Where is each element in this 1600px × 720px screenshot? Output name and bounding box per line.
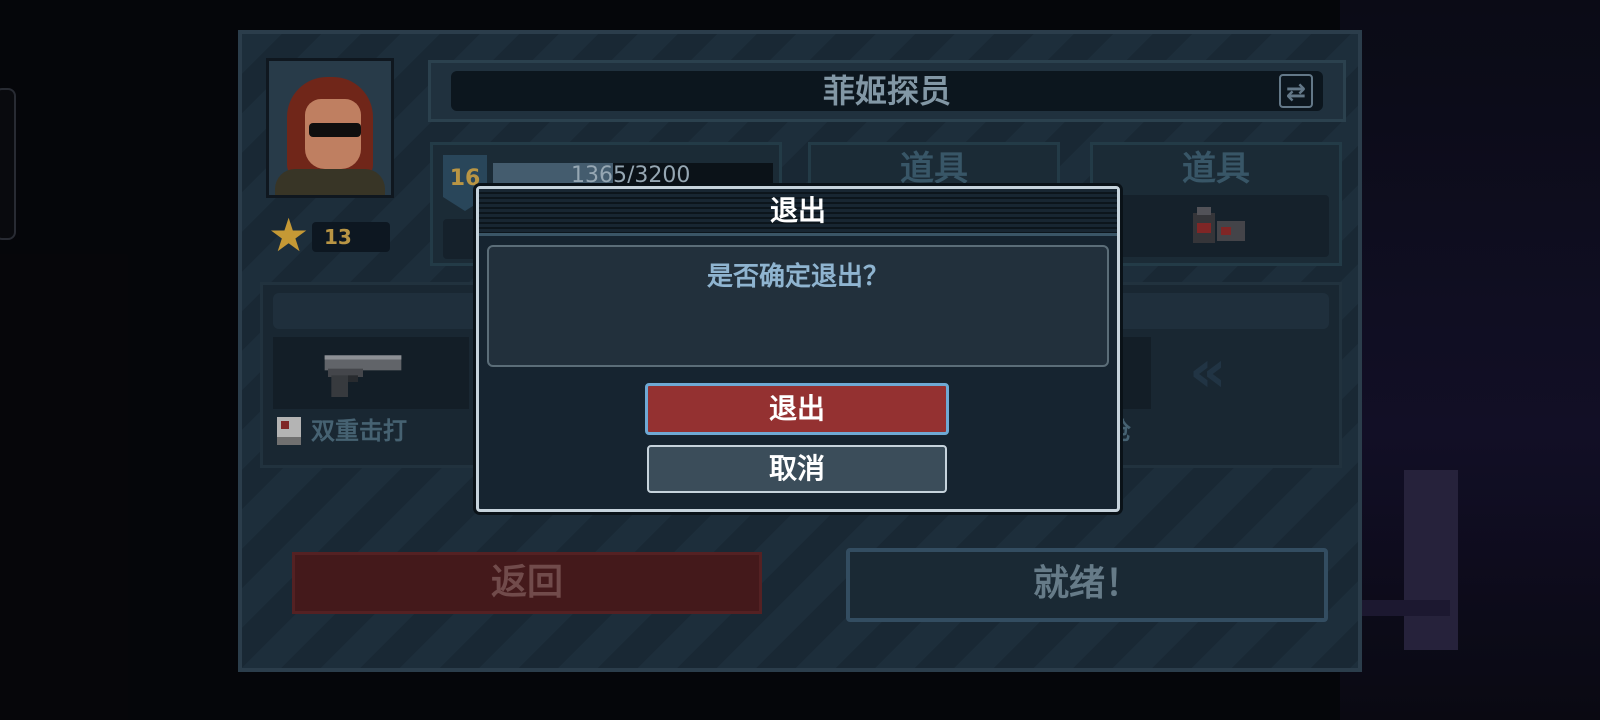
confirm-exit-button[interactable]: 退出 [645, 383, 949, 435]
cancel-button[interactable]: 取消 [647, 445, 947, 493]
dialog-message: 是否确定退出？ [706, 262, 889, 292]
dialog-title: 退出 [479, 189, 1117, 236]
dialog-message-box: 是否确定退出？ [487, 245, 1109, 367]
exit-dialog: 退出 是否确定退出？ 退出 取消 [476, 186, 1120, 512]
